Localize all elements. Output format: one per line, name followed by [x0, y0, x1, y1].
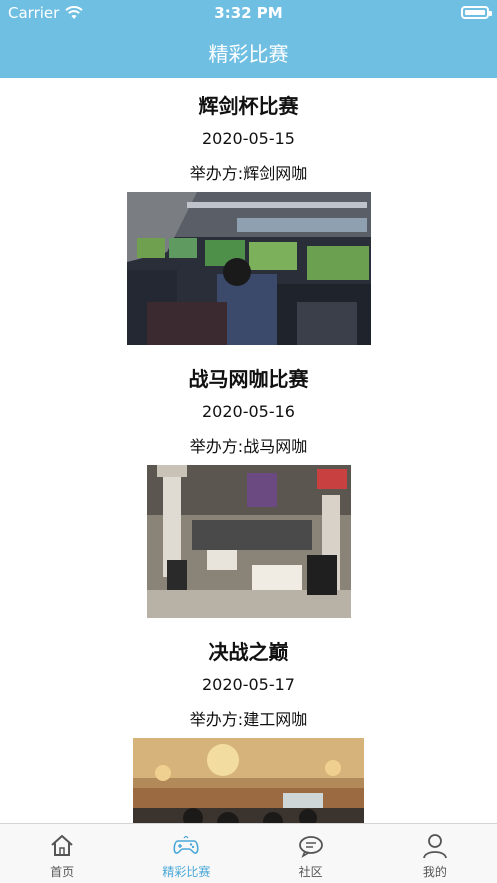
tab-community[interactable]: 社区 [249, 824, 373, 883]
chat-icon [298, 836, 323, 858]
tab-label: 我的 [422, 865, 447, 879]
gamepad-icon [173, 835, 199, 854]
match-title: 战马网咖比赛 [188, 367, 309, 391]
tab-matches[interactable]: 精彩比赛 [124, 824, 248, 883]
internet-cafe-photo [126, 192, 371, 345]
tab-label: 首页 [50, 865, 75, 879]
match-list[interactable]: 辉剑杯比赛 2020-05-15 举办方:辉剑网咖 战马网咖比赛 2020-05… [0, 78, 497, 823]
status-bar: Carrier 3:32 PM [0, 0, 497, 26]
status-time: 3:32 PM [214, 4, 283, 22]
tab-home[interactable]: 首页 [0, 824, 124, 883]
match-host: 举办方:辉剑网咖 [189, 164, 308, 183]
user-icon [422, 834, 447, 859]
internet-cafe-photo [146, 465, 351, 618]
tab-bar: 首页 精彩比赛 社区 我的 [0, 823, 497, 883]
battery-icon [461, 6, 492, 19]
match-photo[interactable] [146, 465, 351, 618]
match-date: 2020-05-17 [202, 675, 295, 694]
home-icon [51, 835, 73, 856]
tab-profile[interactable]: 我的 [373, 824, 497, 883]
match-title: 决战之巅 [208, 640, 289, 664]
page-title: 精彩比赛 [208, 42, 289, 66]
tab-label: 社区 [298, 865, 323, 879]
match-card[interactable]: 战马网咖比赛 2020-05-16 举办方:战马网咖 [0, 345, 497, 618]
match-date: 2020-05-16 [202, 402, 295, 421]
match-host: 举办方:战马网咖 [189, 437, 308, 456]
tab-label: 精彩比赛 [162, 865, 211, 879]
header: Carrier 3:32 PM 精彩比赛 [0, 0, 497, 78]
match-photo[interactable] [126, 192, 371, 345]
event-hall-photo [133, 738, 364, 823]
match-title: 辉剑杯比赛 [198, 94, 299, 118]
match-card[interactable]: 决战之巅 2020-05-17 举办方:建工网咖 [0, 618, 497, 823]
match-card[interactable]: 辉剑杯比赛 2020-05-15 举办方:辉剑网咖 [0, 78, 497, 345]
match-host: 举办方:建工网咖 [189, 710, 308, 729]
match-date: 2020-05-15 [202, 129, 295, 148]
match-photo[interactable] [133, 738, 364, 823]
